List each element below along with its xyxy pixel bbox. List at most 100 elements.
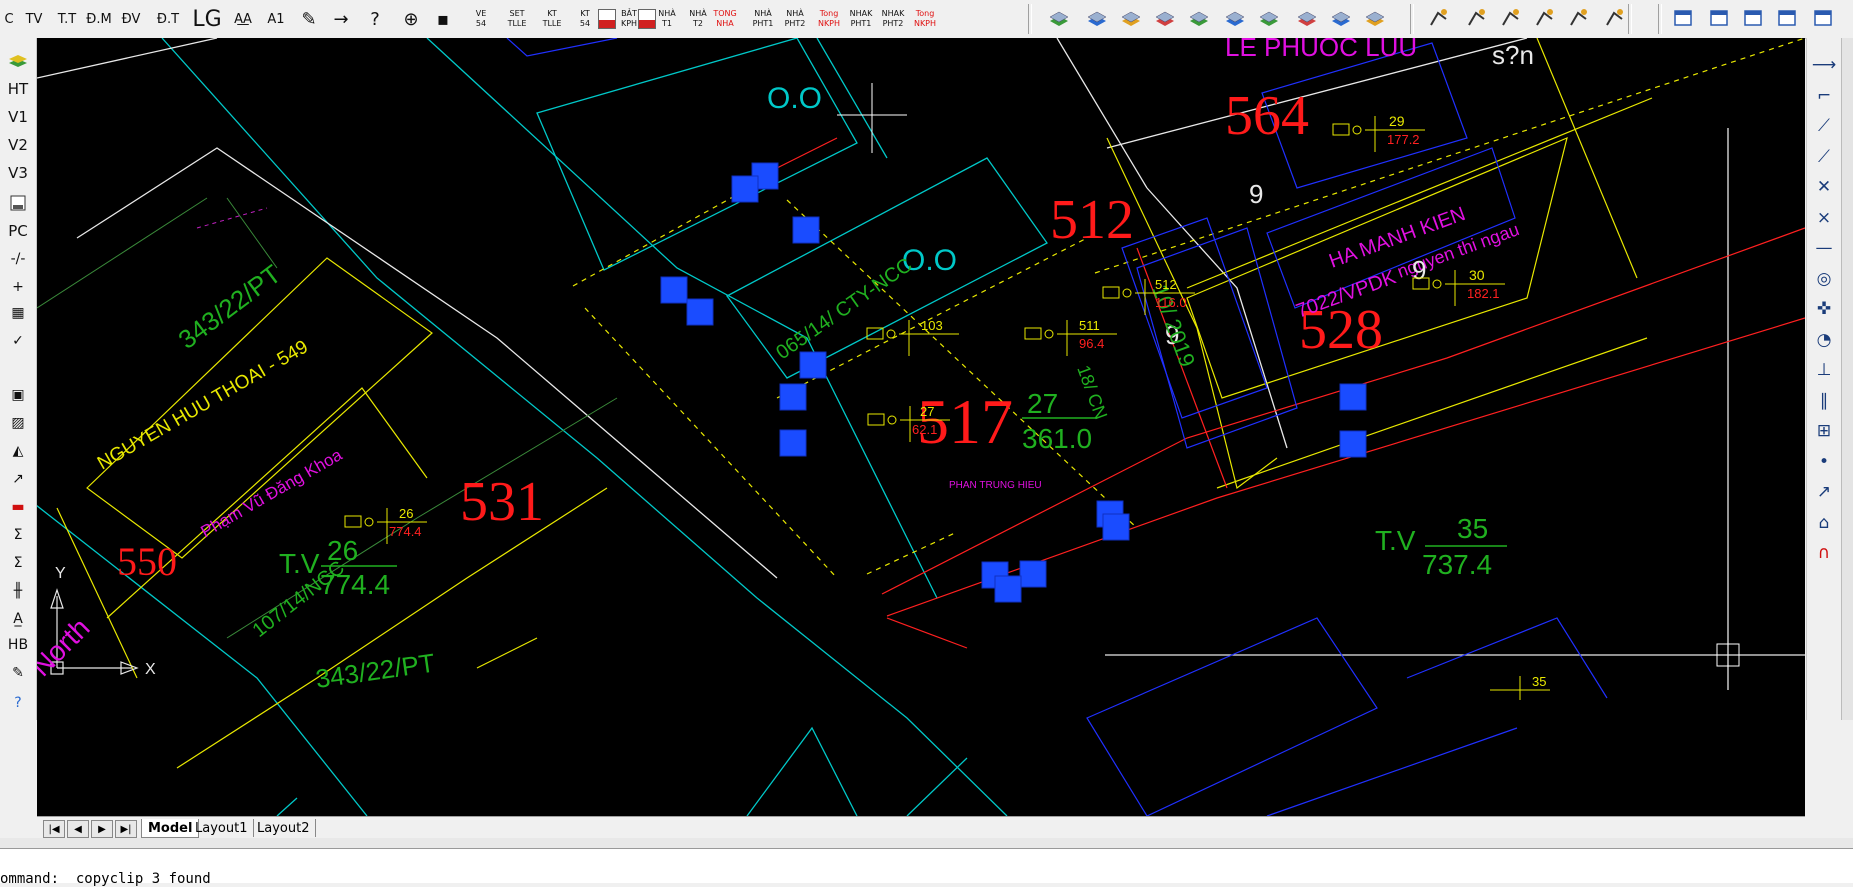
node-icon[interactable]: ⨯	[1811, 205, 1837, 231]
first-tab-button[interactable]: |◀	[43, 820, 65, 838]
layers-icon[interactable]	[2, 48, 34, 74]
tool-pc[interactable]: PC	[2, 218, 34, 244]
layer-freeze-icon[interactable]	[1120, 7, 1142, 29]
tool-tong-nha[interactable]: TONG NHA	[710, 5, 740, 33]
plus-circle-icon[interactable]: ⊕	[398, 5, 424, 33]
sum-icon[interactable]: Σ	[2, 522, 34, 548]
layer-merge-icon[interactable]	[1364, 7, 1386, 29]
extend-icon[interactable]: ↗	[1811, 479, 1837, 505]
xline-icon[interactable]: ⟋	[1811, 144, 1837, 170]
layer-match-icon[interactable]	[1296, 7, 1318, 29]
command-splitter[interactable]	[0, 838, 1853, 848]
last-tab-button[interactable]: ▶|	[115, 820, 137, 838]
tool-tv[interactable]: TV	[20, 5, 48, 33]
red-bar-icon[interactable]: ▬	[2, 494, 34, 520]
tool-v1[interactable]: V1	[2, 104, 34, 130]
tool-nha-pht1[interactable]: NHÀ PHT1	[748, 5, 778, 33]
highlighter-icon[interactable]	[638, 9, 656, 29]
text-color-icon[interactable]	[598, 9, 616, 29]
center-snap-icon[interactable]: ✜	[1811, 296, 1837, 322]
tool-c[interactable]: C	[0, 5, 18, 33]
tab-layout1[interactable]: Layout1	[189, 819, 255, 837]
hb-arrow-icon[interactable]: HB	[2, 632, 34, 658]
split-icon[interactable]: ╫	[2, 578, 34, 604]
arrow-right-icon[interactable]: →	[328, 5, 354, 33]
insert-icon[interactable]: ⊞	[1811, 418, 1837, 444]
tool-kt-54[interactable]: KT 54	[570, 5, 600, 33]
trim-tool-icon[interactable]	[1500, 7, 1522, 29]
rotate-tool-icon[interactable]	[1568, 7, 1590, 29]
tool-nha-t2[interactable]: NHÀ T2	[683, 5, 713, 33]
help-circle-icon[interactable]: ?	[2, 690, 34, 716]
tool-aa[interactable]: A͟A	[228, 5, 258, 33]
table-icon[interactable]: ▦	[2, 300, 34, 326]
fillet-tool-icon[interactable]	[1534, 7, 1556, 29]
dash-icon[interactable]: —	[1811, 235, 1837, 261]
window-icon[interactable]	[1708, 7, 1730, 29]
tool-set-tlle[interactable]: SET TLLE	[502, 5, 532, 33]
tool-a1[interactable]: A1	[262, 5, 290, 33]
circle-icon[interactable]: ◎	[1811, 266, 1837, 292]
layer-delete-icon[interactable]	[1330, 7, 1352, 29]
export-icon[interactable]	[1812, 7, 1834, 29]
list-icon[interactable]: ▣	[2, 382, 34, 408]
check-list-icon[interactable]: ✓	[2, 328, 34, 354]
tile-icon[interactable]	[1742, 7, 1764, 29]
tool-ve-54[interactable]: VE 54	[466, 5, 496, 33]
drawing-canvas[interactable]: 564 512 528 517 531 550 LE PHUOC LUU s?n…	[25, 32, 1806, 817]
tool-dt[interactable]: Đ.T	[150, 5, 186, 33]
paste-icon[interactable]	[1672, 7, 1694, 29]
layer-lock-icon[interactable]	[1188, 7, 1210, 29]
ray-icon[interactable]: ⟋	[1811, 113, 1837, 139]
help-icon[interactable]: ?	[362, 5, 388, 33]
tool-nha-pht2[interactable]: NHÀ PHT2	[780, 5, 810, 33]
selection-grips[interactable]	[660, 162, 1367, 603]
tab-layout2[interactable]: Layout2	[251, 819, 317, 837]
dot-icon[interactable]: •	[1811, 449, 1837, 475]
tool-tong-nkph[interactable]: Tong NKPH	[814, 5, 844, 33]
dimension-icon[interactable]: ◭	[2, 438, 34, 464]
grid-icon[interactable]	[1776, 7, 1798, 29]
pencil-icon[interactable]: ✎	[296, 5, 322, 33]
layer-isolate-icon[interactable]	[1258, 7, 1280, 29]
underline-icon[interactable]: A̲	[2, 606, 34, 632]
command-window[interactable]: ommand: copyclip 3 found	[0, 848, 1853, 887]
arc-tool-icon[interactable]: ↗	[2, 466, 34, 492]
line-icon[interactable]: ⟶	[1811, 52, 1837, 78]
tangent-icon[interactable]: ◔	[1811, 327, 1837, 353]
tool-tong-nkph-2[interactable]: Tong NKPH	[910, 5, 940, 33]
tool-kt-tlle[interactable]: KT TLLE	[537, 5, 567, 33]
tool-v3[interactable]: V3	[2, 160, 34, 186]
magnet-icon[interactable]: ∩	[1811, 540, 1837, 566]
layer-off-icon[interactable]	[1086, 7, 1108, 29]
perpendicular-icon[interactable]: ⊥	[1811, 357, 1837, 383]
tool-dm[interactable]: Đ.M	[84, 5, 114, 33]
tool-nhak-pht1[interactable]: NHAK PHT1	[846, 5, 876, 33]
parallel-icon[interactable]: ∥	[1811, 388, 1837, 414]
tool-nha-t1[interactable]: NHÀ T1	[652, 5, 682, 33]
quad-icon[interactable]: ⌂	[1811, 510, 1837, 536]
tool-dv[interactable]: ĐV	[115, 5, 147, 33]
offset-tool-icon[interactable]	[1466, 7, 1488, 29]
next-tab-button[interactable]: ▶	[91, 820, 113, 838]
save-icon[interactable]	[2, 190, 34, 216]
layer-thaw-icon[interactable]	[1154, 7, 1176, 29]
polyline-icon[interactable]: ⌐	[1811, 83, 1837, 109]
sum-all-icon[interactable]: Σ	[2, 550, 34, 576]
polyline-tool-icon[interactable]	[1428, 7, 1450, 29]
edit-icon[interactable]: ✎	[2, 660, 34, 686]
cad-drawing[interactable]: 564 512 528 517 531 550 LE PHUOC LUU s?n…	[25, 32, 1806, 817]
tool-ht[interactable]: HT	[2, 76, 34, 102]
layer-unlock-icon[interactable]	[1224, 7, 1246, 29]
tool-lg[interactable]: LG	[190, 5, 224, 33]
prev-tab-button[interactable]: ◀	[67, 820, 89, 838]
dashed-line-icon[interactable]: -/-	[2, 246, 34, 272]
cross-icon[interactable]: ✕	[1811, 174, 1837, 200]
tool-v2[interactable]: V2	[2, 132, 34, 158]
layer-on-icon[interactable]	[1048, 7, 1070, 29]
point-icon[interactable]: ▪	[430, 5, 456, 33]
tool-nhak-pht2[interactable]: NHAK PHT2	[878, 5, 908, 33]
add-point-icon[interactable]: +	[2, 274, 34, 300]
hatch-icon[interactable]: ▨	[2, 410, 34, 436]
right-toolbar-scroll-strip[interactable]	[1841, 38, 1853, 720]
